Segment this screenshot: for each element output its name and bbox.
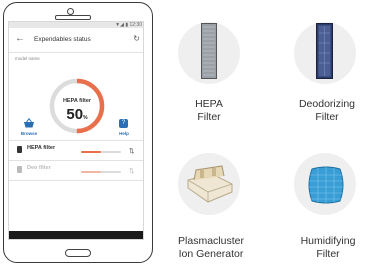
product-label-line1: Deodorizing: [298, 98, 356, 110]
product-label-line2: Filter: [197, 111, 221, 123]
product-label-line1: Plasmacluster: [178, 235, 244, 247]
reset-icon[interactable]: ⇅: [129, 148, 134, 155]
product-label: HEPA Filter: [176, 98, 242, 124]
gauge-value-unit: %: [83, 115, 88, 121]
deodorizing-filter-icon: [316, 23, 333, 79]
browse-button[interactable]: Browse: [15, 131, 43, 136]
row-progress-fill: [81, 171, 101, 173]
navigation-bar: [9, 231, 143, 239]
phone-screen: ▼◢ ▮ 12:30 ← Expendables status ↻ model …: [8, 21, 144, 240]
product-label: Deodorizing Filter: [288, 98, 366, 124]
row-progress-track: [81, 151, 121, 153]
product-label-line2: Filter: [315, 111, 339, 123]
refresh-icon[interactable]: ↻: [133, 33, 140, 45]
product-label-line2: Ion Generator: [178, 248, 244, 260]
gauge-value-number: 50: [66, 106, 84, 123]
help-icon[interactable]: ?: [119, 119, 128, 128]
row-progress-fill: [81, 151, 101, 153]
product-label: Humidifying Filter: [290, 235, 366, 261]
row-label: Deo filter: [27, 165, 51, 171]
help-button[interactable]: Help: [113, 131, 135, 136]
divider: [9, 140, 143, 141]
product-label-line1: HEPA: [195, 98, 223, 110]
phone-camera: [67, 8, 74, 15]
row-label: HEPA filter: [27, 145, 56, 151]
row-progress-track: [81, 171, 121, 173]
gauge-title: HEPA filter: [62, 98, 92, 104]
product-label: Plasmacluster Ion Generator: [170, 235, 252, 261]
app-bar: ← Expendables status ↻: [9, 28, 143, 52]
back-arrow-icon[interactable]: ←: [14, 33, 26, 45]
divider: [9, 160, 143, 161]
divider: [9, 52, 143, 53]
ion-generator-icon: [187, 165, 233, 203]
phone-speaker: [55, 15, 91, 20]
page-title: Expendables status: [34, 36, 91, 43]
phone-home-button[interactable]: [65, 249, 91, 257]
filter-icon: [17, 166, 22, 173]
hepa-filter-icon: [201, 23, 217, 79]
filter-icon: [17, 146, 22, 153]
divider: [9, 180, 143, 181]
product-label-line1: Humidifying: [300, 235, 356, 247]
basket-icon[interactable]: [23, 118, 35, 128]
reset-icon[interactable]: ⇅: [129, 168, 134, 175]
model-name: model name: [15, 56, 40, 61]
gauge-value: 50%: [47, 106, 107, 123]
humidifying-filter-icon: [308, 166, 344, 204]
product-label-line2: Filter: [316, 248, 340, 260]
